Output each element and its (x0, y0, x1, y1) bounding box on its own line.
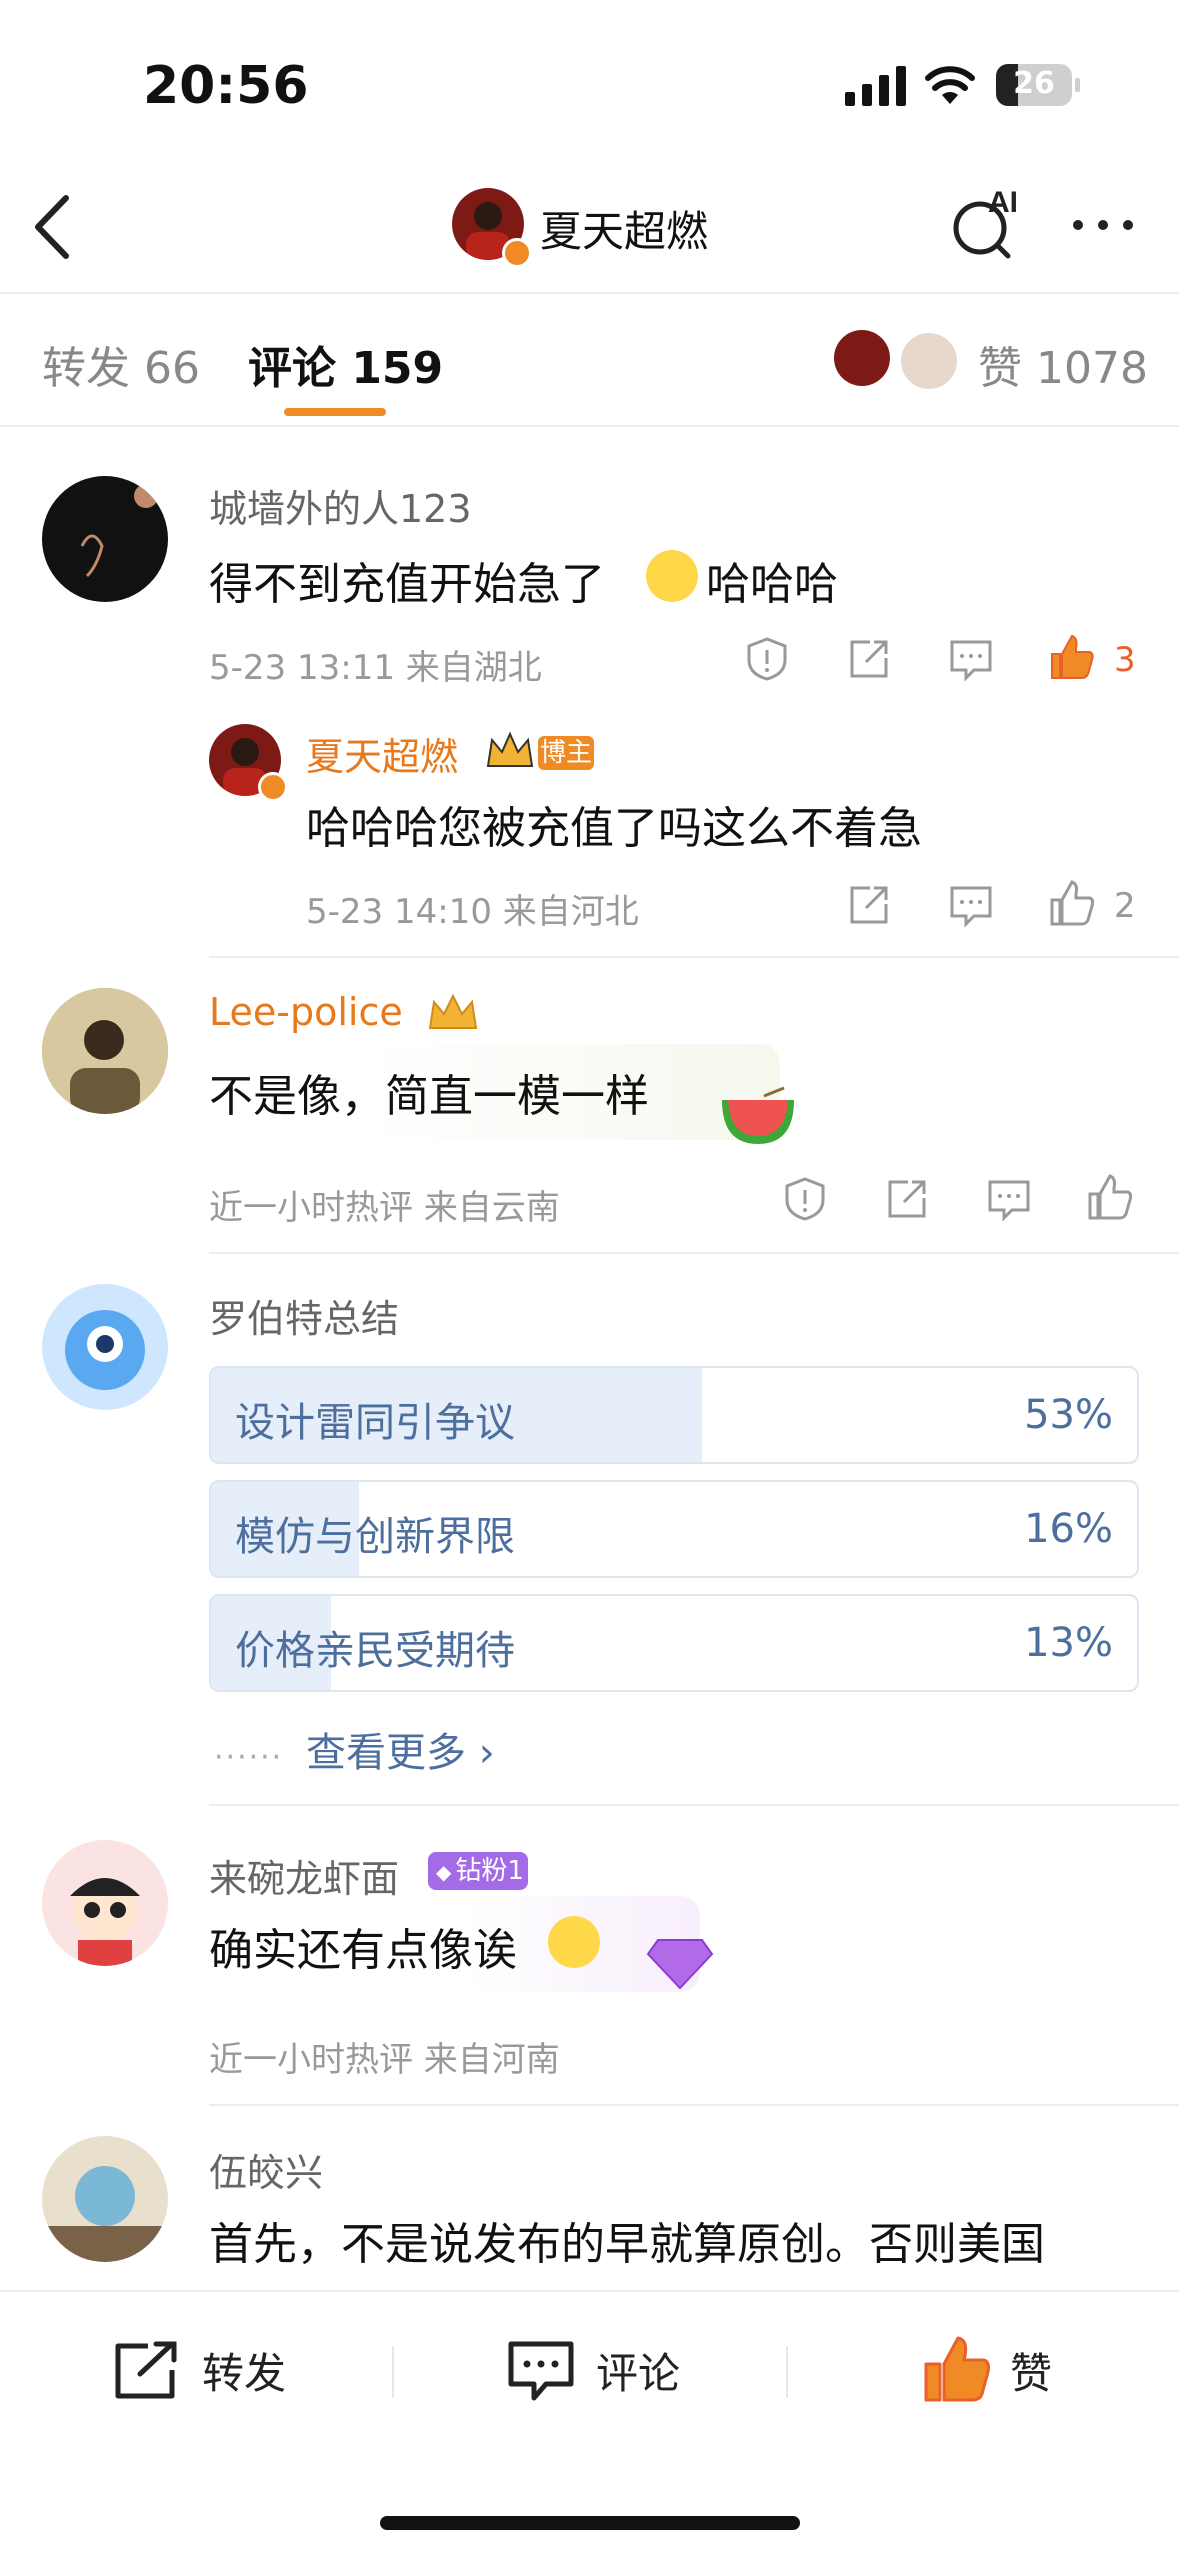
nav-divider (0, 292, 1179, 294)
wifi-icon (925, 66, 975, 104)
status-time: 20:56 (143, 56, 309, 116)
avatar[interactable] (42, 988, 168, 1114)
share-icon[interactable] (846, 636, 892, 682)
poll-option-percent: 13% (1024, 1620, 1113, 1666)
bottom-separator (392, 2346, 394, 2398)
comment-username[interactable]: 罗伯特总结 (209, 1288, 399, 1343)
like-button[interactable]: 赞 (1010, 2340, 1052, 2401)
poll-option-label: 设计雷同引争议 (235, 1400, 515, 1446)
comment-username[interactable]: 伍皎兴 (209, 2142, 323, 2197)
poll-option[interactable]: 模仿与创新界限 16% (209, 1480, 1139, 1578)
tab-forward[interactable]: 转发 66 (42, 332, 200, 396)
share-icon[interactable] (884, 1176, 930, 1222)
comment-text: 不是像，简直一模一样 (209, 1071, 649, 1122)
forward-button[interactable]: 转发 (202, 2340, 286, 2401)
poll-option-percent: 16% (1024, 1506, 1113, 1552)
comment-username[interactable]: 来碗龙虾面 (209, 1848, 399, 1903)
comment-meta: 近一小时热评 来自河南 (209, 2040, 560, 2080)
crown-icon (486, 731, 534, 767)
comment-text: 得不到充值开始急了 (209, 559, 605, 610)
like-icon[interactable] (1048, 634, 1094, 680)
home-indicator (380, 2516, 800, 2530)
like-icon[interactable] (1086, 1174, 1132, 1220)
comment-icon[interactable] (948, 636, 994, 682)
liker-avatar (898, 330, 960, 392)
poll-option[interactable]: 设计雷同引争议 53% (209, 1366, 1139, 1464)
liker-avatar (834, 330, 890, 386)
comment-meta: 5-23 13:11 来自湖北 (209, 648, 542, 688)
poll-option-label: 模仿与创新界限 (235, 1514, 515, 1560)
row-divider (209, 1252, 1179, 1254)
like-icon[interactable] (1048, 880, 1094, 926)
poll-option[interactable]: 价格亲民受期待 13% (209, 1594, 1139, 1692)
avatar[interactable] (42, 476, 168, 602)
comment-text-suffix: 哈哈哈 (706, 559, 838, 610)
row-divider (209, 2104, 1179, 2106)
fan-level-label: 钻粉1 (455, 1856, 524, 1886)
share-icon[interactable] (112, 2340, 182, 2402)
verified-badge-icon (258, 772, 288, 802)
more-options-icon[interactable] (1068, 200, 1138, 250)
battery-indicator: 26 (996, 64, 1080, 106)
tab-comment[interactable]: 评论 159 (248, 332, 443, 396)
see-more-link[interactable]: 查看更多 › (306, 1720, 495, 1778)
comment-username[interactable]: Lee-police (209, 990, 403, 1034)
comment-text: 确实还有点像诶 (209, 1925, 517, 1976)
like-count: 3 (1114, 640, 1136, 680)
poll-option-percent: 53% (1024, 1392, 1113, 1438)
comment-button[interactable]: 评论 (596, 2340, 680, 2401)
avatar[interactable] (42, 2136, 168, 2262)
active-tab-indicator (284, 408, 386, 416)
comment-icon[interactable] (948, 882, 994, 928)
cellular-signal-icon (845, 66, 906, 106)
row-divider (209, 1804, 1179, 1806)
report-icon[interactable] (744, 636, 790, 682)
tab-like[interactable]: 赞 1078 (978, 332, 1148, 396)
bottom-separator (786, 2346, 788, 2398)
comment-icon[interactable] (506, 2338, 576, 2404)
crown-badge-icon (428, 993, 478, 1029)
watermelon-icon (722, 1086, 794, 1144)
row-divider (209, 956, 1179, 958)
host-badge: 博主 (538, 736, 594, 770)
reply-text: 哈哈哈您被充值了吗这么不着急 (306, 803, 922, 854)
comment-icon[interactable] (986, 1176, 1032, 1222)
comment-meta: 近一小时热评 来自云南 (209, 1188, 560, 1228)
like-count: 2 (1114, 886, 1136, 926)
like-icon[interactable] (922, 2334, 992, 2404)
page-title: 夏天超燃 (540, 207, 709, 256)
purple-diamond-icon (646, 1939, 714, 1990)
reply-meta: 5-23 14:10 来自河北 (306, 892, 639, 932)
reply-username[interactable]: 夏天超燃 (306, 726, 458, 781)
poll-option-label: 价格亲民受期待 (235, 1628, 515, 1674)
ai-label: AI (988, 186, 1018, 219)
thinking-emoji-icon (646, 550, 698, 602)
avatar[interactable] (42, 1284, 168, 1410)
comment-text: 首先，不是说发布的早就算原创。否则美国 (209, 2219, 1045, 2270)
dotted-leader: ······ (214, 1740, 284, 1775)
surprised-emoji-icon (548, 1916, 600, 1968)
ai-search-icon[interactable]: AI (950, 186, 1026, 262)
back-arrow-icon[interactable] (28, 192, 78, 262)
battery-level: 26 (1013, 66, 1055, 101)
avatar[interactable] (42, 1840, 168, 1966)
diamond-icon: ◆ (436, 1860, 452, 1884)
fan-level-badge: ◆ 钻粉1 (428, 1852, 528, 1890)
comment-username[interactable]: 城墙外的人123 (209, 478, 472, 533)
share-icon[interactable] (846, 882, 892, 928)
verified-badge-icon (502, 238, 532, 268)
report-icon[interactable] (782, 1176, 828, 1222)
section-divider (0, 425, 1179, 427)
